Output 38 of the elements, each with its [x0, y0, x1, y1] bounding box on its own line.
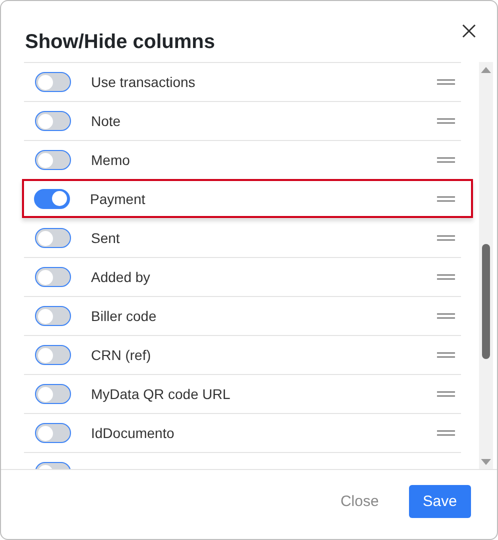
column-label: Payment [90, 190, 146, 206]
column-label: Use transactions [91, 74, 196, 90]
drag-handle-icon[interactable] [437, 235, 455, 241]
column-label: Biller code [91, 308, 158, 324]
column-label: Memo [91, 152, 131, 168]
drag-handle-icon[interactable] [437, 313, 455, 319]
toggle-switch[interactable] [35, 423, 71, 443]
toggle-switch[interactable] [35, 306, 71, 326]
drag-handle-icon[interactable] [437, 157, 455, 163]
scrollbar-thumb[interactable] [482, 244, 490, 359]
drag-handle-icon[interactable] [437, 391, 455, 397]
toggle-switch[interactable] [35, 72, 71, 92]
column-label: CRN (ref) [91, 347, 152, 363]
column-label: Added by [91, 269, 152, 285]
toggle-switch[interactable] [35, 111, 71, 131]
drag-handle-icon[interactable] [437, 79, 455, 85]
close-icon[interactable] [461, 23, 477, 39]
toggle-switch[interactable] [34, 188, 70, 208]
toggle-switch[interactable] [35, 267, 71, 287]
toggle-switch[interactable] [35, 228, 71, 248]
dialog-title: Show/Hide columns [25, 31, 216, 54]
drag-handle-icon[interactable] [437, 352, 455, 358]
toggle-switch[interactable] [35, 345, 71, 365]
scroll-up-icon[interactable] [481, 67, 491, 73]
toggle-switch[interactable] [35, 150, 71, 170]
drag-handle-icon[interactable] [437, 274, 455, 280]
column-label: IdDocumento [91, 425, 176, 441]
close-button[interactable]: Close [326, 485, 393, 518]
column-label: Sent [91, 230, 121, 246]
save-button[interactable]: Save [408, 485, 471, 518]
scrollbar[interactable] [479, 62, 493, 469]
drag-handle-icon[interactable] [437, 430, 455, 436]
column-label: MyData QR code URL [91, 386, 232, 402]
drag-handle-icon[interactable] [437, 196, 455, 202]
drag-handle-icon[interactable] [437, 118, 455, 124]
scroll-down-icon[interactable] [481, 459, 491, 465]
column-label: Note [91, 113, 122, 129]
toggle-switch[interactable] [35, 384, 71, 404]
